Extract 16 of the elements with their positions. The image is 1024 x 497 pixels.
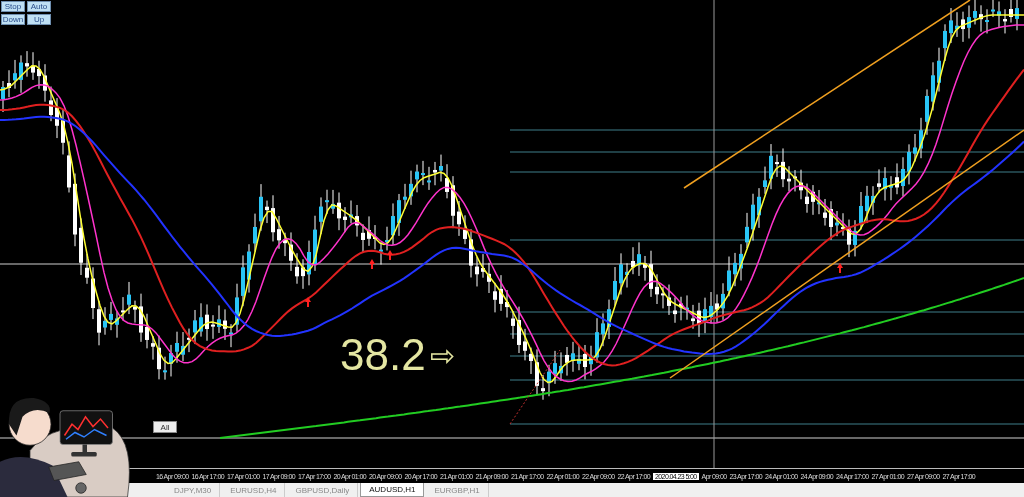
arrow-up-icon (369, 259, 375, 269)
fibonacci-level-label: 38.2 (340, 330, 426, 380)
chart-tab[interactable]: EURGBP,H1 (426, 483, 489, 497)
chart-scroll-button[interactable]: Down (1, 14, 25, 25)
arrow-label: ⇨ (429, 337, 455, 373)
chart-scroll-button[interactable]: Up (27, 14, 51, 25)
arrow-up-icon (305, 297, 311, 307)
chart-scroll-button[interactable]: Stop (1, 1, 25, 12)
arrow-up-icon (837, 263, 843, 273)
chart-tab[interactable]: GBPUSD,Daily (287, 483, 359, 497)
chart-scroll-button[interactable]: Auto (27, 1, 51, 12)
chart-tab[interactable]: AUDUSD,H1 (360, 483, 425, 497)
arrow-up-icon (387, 250, 393, 260)
chart-tab[interactable]: DJPY,M30 (166, 483, 221, 497)
chart-tab[interactable]: EURUSD,H4 (222, 483, 286, 497)
all-button[interactable]: All (153, 421, 177, 433)
